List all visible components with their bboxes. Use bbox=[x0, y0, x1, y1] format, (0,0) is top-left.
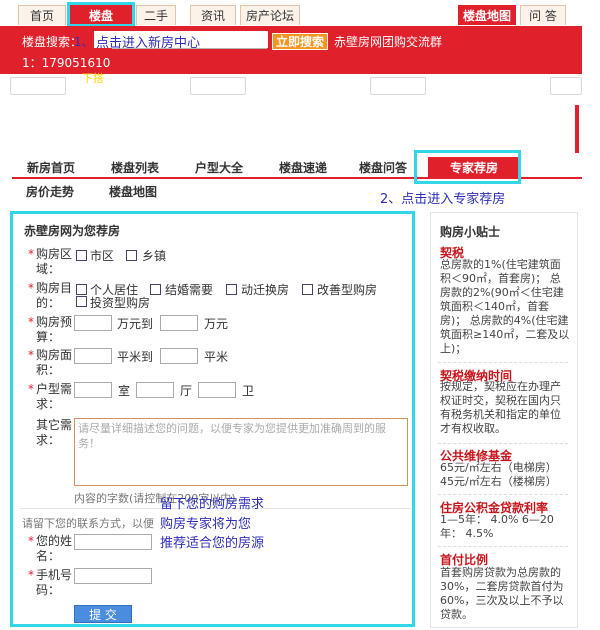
required-mark: * bbox=[28, 281, 34, 295]
purpose-option: 动迁换房 bbox=[241, 283, 290, 297]
annotation-step1-num: 1、 bbox=[74, 35, 94, 49]
group-number: 1：179051610 bbox=[22, 56, 111, 70]
submit-button[interactable]: 提 交 bbox=[74, 605, 132, 623]
budget-max-input[interactable] bbox=[160, 315, 198, 331]
purpose-option: 结婚需要 bbox=[165, 283, 214, 297]
tip-divider bbox=[438, 546, 568, 547]
annotation-note: 留下您的购房需求 bbox=[160, 497, 265, 512]
form-title: 赤壁房网为您荐房 bbox=[24, 224, 121, 238]
layout-label: 户型需求： bbox=[36, 382, 73, 411]
hn-express[interactable]: 楼盘速递 bbox=[264, 157, 342, 179]
search-label: 楼盘搜索： bbox=[22, 35, 83, 49]
highlight-frame-expert bbox=[414, 150, 521, 184]
budget-mid: 万元到 bbox=[117, 317, 154, 331]
size-label: 购房面积： bbox=[36, 348, 73, 377]
annotation-note: 推荐适合您的房源 bbox=[160, 536, 265, 551]
halls-input[interactable] bbox=[136, 382, 174, 398]
required-mark: * bbox=[28, 348, 34, 362]
purpose-checkbox[interactable] bbox=[226, 284, 237, 295]
hn-price-trend[interactable]: 房价走势 bbox=[26, 183, 74, 200]
required-mark: * bbox=[28, 382, 34, 396]
purpose-option: 投资型购房 bbox=[90, 296, 151, 310]
nav-tab-forum[interactable]: 房产论坛 bbox=[240, 5, 300, 25]
nav-tab-news[interactable]: 资讯 bbox=[190, 5, 236, 25]
nav-tab-qa[interactable]: 问 答 bbox=[520, 5, 566, 25]
layout-unit: 卫 bbox=[242, 384, 255, 398]
phone-label: 手机号码： bbox=[36, 568, 73, 597]
name-label: 您的姓名： bbox=[36, 534, 73, 563]
hn-map[interactable]: 楼盘地图 bbox=[109, 183, 157, 200]
annotation-step1: 点击进入新房中心 bbox=[96, 36, 201, 51]
tip-body: 首套购房贷款为总房款的30%，二套房贷款首付为60%，三次及以上不予以贷款。 bbox=[440, 566, 564, 621]
rooms-input[interactable] bbox=[74, 382, 112, 398]
search-button[interactable]: 立即搜索 bbox=[272, 33, 328, 50]
nav-tab-home[interactable]: 首页 bbox=[18, 5, 66, 25]
size-mid: 平米到 bbox=[117, 350, 154, 364]
highlight-frame-loupan bbox=[67, 2, 135, 27]
budget-label: 购房预算： bbox=[36, 315, 73, 344]
required-mark: * bbox=[28, 568, 34, 582]
annotation-step2: 2、点击进入专家荐房 bbox=[380, 192, 506, 207]
tip-body: 65元/㎡左右（电梯房） 45元/㎡左右（楼梯房） bbox=[440, 461, 557, 488]
sidebar-title: 购房小贴士 bbox=[440, 225, 501, 239]
nav-tab-ershou[interactable]: 二手 bbox=[136, 5, 176, 25]
layout-unit: 室 bbox=[118, 384, 131, 398]
hn-list[interactable]: 楼盘列表 bbox=[96, 157, 174, 179]
size-max-input[interactable] bbox=[160, 348, 198, 364]
red-scroll-marker bbox=[575, 105, 579, 153]
tip-divider bbox=[438, 494, 568, 495]
hn-home[interactable]: 新房首页 bbox=[12, 157, 90, 179]
required-mark: * bbox=[28, 247, 34, 261]
area-checkbox[interactable] bbox=[76, 250, 87, 261]
area-option: 市区 bbox=[90, 249, 115, 263]
tip-body: 1—5年： 4.0% 6—20年： 4.5% bbox=[440, 513, 554, 540]
budget-min-input[interactable] bbox=[74, 315, 112, 331]
area-label: 购房区域： bbox=[36, 247, 73, 276]
purpose-checkbox[interactable] bbox=[76, 296, 87, 307]
size-min-input[interactable] bbox=[74, 348, 112, 364]
purpose-label: 购房目的： bbox=[36, 281, 73, 310]
hot-fragment: 下搭 bbox=[82, 72, 104, 85]
baths-input[interactable] bbox=[198, 382, 236, 398]
required-mark: * bbox=[28, 534, 34, 548]
nav-tab-map[interactable]: 楼盘地图 bbox=[458, 5, 516, 25]
hn-qa[interactable]: 楼盘问答 bbox=[342, 157, 424, 179]
group-text: 赤壁房网团购交流群 bbox=[334, 35, 443, 49]
contact-hint: 请留下您的联系方式，以便 bbox=[22, 517, 154, 530]
ghost-box bbox=[10, 77, 66, 95]
phone-input[interactable] bbox=[74, 568, 152, 584]
purpose-checkbox[interactable] bbox=[302, 284, 313, 295]
area-option: 乡镇 bbox=[142, 249, 167, 263]
tip-divider bbox=[438, 362, 568, 363]
tip-body: 按规定，契税应在办理产权证时交，契税在国内只有税务机关和指定的单位才有权收取。 bbox=[440, 380, 561, 435]
hn-layouts[interactable]: 户型大全 bbox=[180, 157, 258, 179]
purpose-option: 改善型购房 bbox=[317, 283, 378, 297]
tip-body: 总房款的1%(住宅建筑面积＜90㎡，首套房)； 总房款的2%(90㎡＜住宅建筑面… bbox=[440, 258, 570, 355]
size-unit: 平米 bbox=[204, 350, 229, 364]
required-mark: * bbox=[28, 315, 34, 329]
layout-unit: 厅 bbox=[180, 384, 193, 398]
other-label: 其它需求： bbox=[36, 418, 73, 447]
name-input[interactable] bbox=[74, 534, 152, 550]
ghost-box bbox=[550, 77, 582, 95]
purpose-checkbox[interactable] bbox=[150, 284, 161, 295]
purpose-checkbox[interactable] bbox=[76, 284, 87, 295]
ghost-box bbox=[190, 77, 246, 95]
area-checkbox[interactable] bbox=[126, 250, 137, 261]
other-needs-textarea[interactable]: 请尽量详细描述您的问题，以便专家为您提供更加准确周到的服务！ bbox=[74, 418, 408, 486]
budget-unit: 万元 bbox=[204, 317, 229, 331]
tip-divider bbox=[438, 443, 568, 444]
ghost-box bbox=[370, 77, 426, 95]
annotation-note: 购房专家将为您 bbox=[160, 517, 252, 532]
